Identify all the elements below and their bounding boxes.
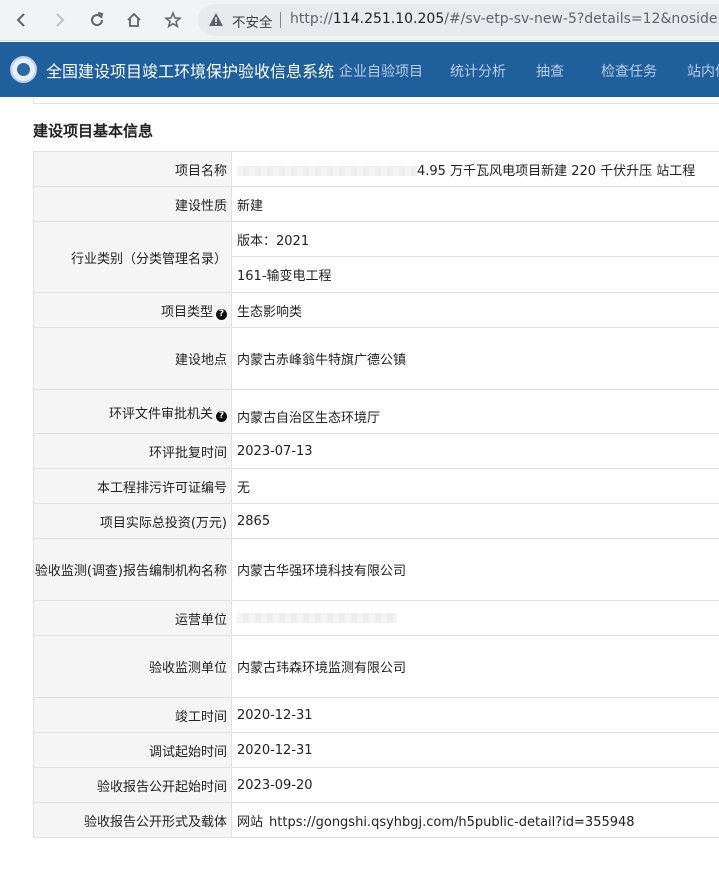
report-org-value: 内蒙古华强环境科技有限公司 — [231, 538, 719, 601]
redacted-text — [237, 166, 417, 176]
nav-inspection-tasks[interactable]: 检查任务 — [601, 61, 657, 81]
url-path: /#/sv-etp-sv-new-5?details=12&noside=no — [444, 11, 719, 27]
question-circle-icon[interactable]: ? — [216, 411, 227, 422]
insecure-label[interactable]: 不安全 — [232, 11, 273, 31]
permit-value: 无 — [231, 468, 719, 504]
project-type-label-text: 项目类型 — [160, 304, 213, 320]
table-row: 本工程排污许可证编号 无 — [33, 468, 719, 504]
nav-statistics[interactable]: 统计分析 — [450, 61, 506, 81]
investment-label: 项目实际总投资(万元) — [33, 503, 232, 539]
investment-value: 2865 — [231, 503, 719, 539]
nav-self-acceptance[interactable]: 企业自验项目 — [339, 61, 423, 81]
back-icon[interactable] — [10, 8, 34, 32]
table-row: 项目名称 4.95 万千瓦风电项目新建 220 千伏升压 站工程 — [33, 151, 719, 187]
report-public-value: 2023-09-20 — [231, 767, 719, 803]
table-row: 建设性质 新建 — [33, 186, 719, 222]
industry-category-value: 161-输变电工程 — [231, 256, 719, 293]
operator-label: 运营单位 — [33, 600, 232, 636]
emblem-logo — [10, 56, 37, 83]
eia-authority-value: 内蒙古自治区生态环境厅 — [231, 389, 719, 434]
eia-authority-label-text: 环评文件审批机关 — [108, 407, 213, 422]
table-row: 验收报告公开起始时间 2023-09-20 — [33, 767, 719, 803]
table-row: 环评文件审批机关? 内蒙古自治区生态环境厅 — [33, 389, 719, 434]
permit-label: 本工程排污许可证编号 — [33, 468, 232, 504]
industry-version-value: 版本：2021 — [231, 221, 719, 257]
report-form-label: 验收报告公开形式及载体 — [33, 802, 232, 838]
project-name-label: 项目名称 — [33, 151, 232, 187]
previous-section-edge — [33, 97, 719, 104]
completion-label: 竣工时间 — [33, 697, 232, 733]
table-row: 调试起始时间 2020-12-31 — [33, 732, 719, 768]
omnibox-divider — [280, 12, 281, 28]
project-type-value: 生态影响类 — [231, 292, 719, 328]
warning-icon[interactable] — [208, 12, 224, 28]
table-row: 项目类型? 生态影响类 — [33, 292, 719, 328]
debug-start-value: 2020-12-31 — [231, 732, 719, 768]
table-row: 验收监测(调查)报告编制机构名称 内蒙古华强环境科技有限公司 — [33, 538, 719, 601]
report-org-label: 验收监测(调查)报告编制机构名称 — [33, 538, 232, 601]
table-row: 验收报告公开形式及载体 网站 https://gongshi.qsyhbgj.co… — [33, 802, 719, 838]
report-url-link[interactable]: https://gongshi.qsyhbgj.com/h5public-det… — [269, 815, 635, 830]
table-row: 环评批复时间 2023-07-13 — [33, 433, 719, 469]
browser-toolbar: 不安全 http://114.251.10.205/#/sv-etp-sv-ne… — [0, 0, 719, 41]
nav-messages[interactable]: 站内信 — [687, 61, 719, 81]
project-name-text: 4.95 万千瓦风电项目新建 220 千伏升压 站工程 — [417, 163, 696, 179]
home-icon[interactable] — [122, 8, 146, 32]
app-header: 全国建设项目竣工环境保护验收信息系统 企业自验项目 统计分析 抽查 检查任务 站… — [0, 42, 719, 97]
table-row: 竣工时间 2020-12-31 — [33, 697, 719, 733]
url-prefix: http:// — [290, 11, 333, 27]
table-row: 行业类别（分类管理名录） 版本：2021 — [33, 221, 719, 293]
project-name-value: 4.95 万千瓦风电项目新建 220 千伏升压 站工程 — [231, 151, 719, 187]
redacted-text — [237, 613, 397, 623]
url-text[interactable]: http://114.251.10.205/#/sv-etp-sv-new-5?… — [290, 11, 719, 27]
table-row: 运营单位 — [33, 600, 719, 636]
project-type-label: 项目类型? — [33, 292, 232, 328]
operator-value — [231, 600, 719, 636]
eia-authority-label: 环评文件审批机关? — [33, 389, 232, 434]
monitor-unit-value: 内蒙古玮森环境监测有限公司 — [231, 635, 719, 698]
nav-spot-check[interactable]: 抽查 — [536, 61, 564, 81]
system-title[interactable]: 全国建设项目竣工环境保护验收信息系统 — [46, 58, 334, 82]
eia-date-value: 2023-07-13 — [231, 433, 719, 469]
report-form-type: 网站 — [237, 814, 264, 830]
completion-value: 2020-12-31 — [231, 697, 719, 733]
industry-label: 行业类别（分类管理名录） — [33, 221, 232, 293]
report-form-value: 网站 https://gongshi.qsyhbgj.com/h5public-d… — [231, 802, 719, 838]
construction-nature-value: 新建 — [231, 186, 719, 222]
address-bar[interactable]: 不安全 http://114.251.10.205/#/sv-etp-sv-ne… — [198, 4, 719, 36]
project-info-table: 项目名称 4.95 万千瓦风电项目新建 220 千伏升压 站工程 建设性质 新建… — [33, 151, 719, 838]
url-host: 114.251.10.205 — [332, 11, 445, 27]
star-icon[interactable] — [161, 8, 185, 32]
debug-start-label: 调试起始时间 — [33, 732, 232, 768]
location-label: 建设地点 — [33, 327, 232, 390]
eia-date-label: 环评批复时间 — [33, 433, 232, 469]
report-public-label: 验收报告公开起始时间 — [33, 767, 232, 803]
location-value: 内蒙古赤峰翁牛特旗广德公镇 — [231, 327, 719, 390]
table-row: 验收监测单位 内蒙古玮森环境监测有限公司 — [33, 635, 719, 698]
question-circle-icon[interactable]: ? — [216, 308, 227, 320]
forward-icon[interactable] — [47, 8, 71, 32]
table-row: 建设地点 内蒙古赤峰翁牛特旗广德公镇 — [33, 327, 719, 390]
section-title: 建设项目基本信息 — [33, 122, 154, 140]
construction-nature-label: 建设性质 — [33, 186, 232, 222]
monitor-unit-label: 验收监测单位 — [33, 635, 232, 698]
reload-icon[interactable] — [85, 8, 109, 32]
table-row: 项目实际总投资(万元) 2865 — [33, 503, 719, 539]
